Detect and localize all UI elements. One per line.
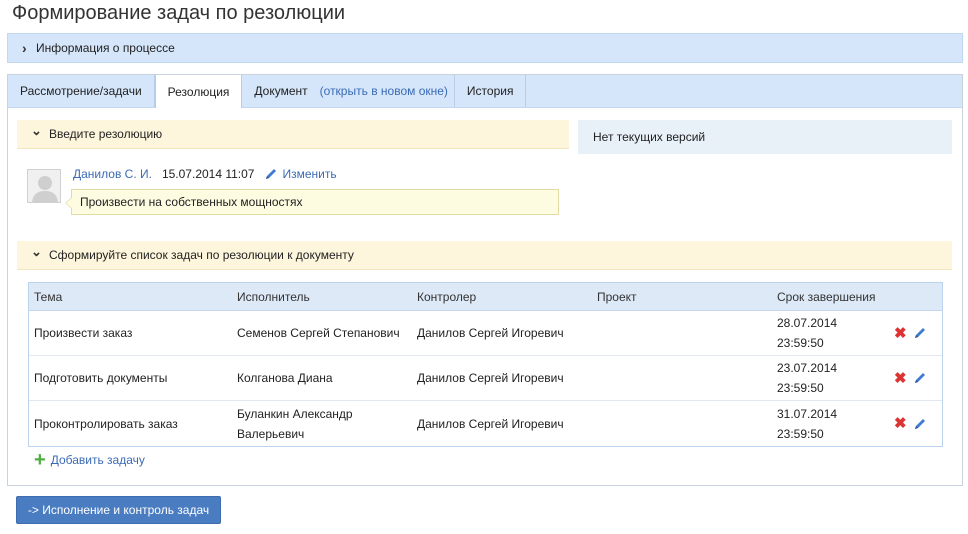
pencil-icon[interactable]	[913, 371, 927, 385]
tab-history-label: История	[466, 84, 514, 98]
task-controller: Данилов Сергей Игоревич	[417, 371, 564, 385]
row-actions: ✖	[892, 416, 942, 431]
pencil-icon[interactable]	[913, 417, 927, 431]
resolution-section-header[interactable]: Введите резолюцию	[17, 120, 569, 149]
author-link[interactable]: Данилов С. И.	[73, 167, 152, 181]
row-actions: ✖	[892, 371, 942, 386]
table-row: Произвести заказ Семенов Сергей Степанов…	[29, 311, 942, 356]
tab-review-tasks[interactable]: Рассмотрение/задачи	[8, 75, 155, 107]
chevron-down-icon	[31, 126, 45, 142]
task-deadline: 23.07.2014 23:59:50	[772, 358, 892, 398]
column-header-topic: Тема	[34, 289, 63, 304]
task-deadline: 28.07.2014 23:59:50	[772, 313, 892, 353]
pencil-icon	[266, 169, 277, 179]
task-executor: Семенов Сергей Степанович	[237, 326, 400, 340]
task-topic: Произвести заказ	[34, 326, 133, 340]
versions-panel: Нет текущих версий	[578, 120, 952, 154]
tab-resolution[interactable]: Резолюция	[154, 75, 243, 108]
execution-control-button[interactable]: -> Исполнение и контроль задач	[16, 496, 221, 524]
tab-document-label: Документ	[254, 84, 308, 98]
chevron-right-icon	[22, 40, 36, 56]
delete-icon[interactable]: ✖	[894, 371, 907, 386]
tasks-section-title: Сформируйте список задач по резолюции к …	[49, 248, 354, 262]
versions-label: Нет текущих версий	[593, 130, 706, 144]
column-header-executor: Исполнитель	[237, 289, 310, 304]
process-info-toggle[interactable]: Информация о процессе	[7, 33, 963, 63]
tab-resolution-label: Резолюция	[167, 84, 230, 99]
task-deadline-time: 23:59:50	[777, 336, 824, 350]
task-controller: Данилов Сергей Игоревич	[417, 326, 564, 340]
tab-history[interactable]: История	[455, 75, 527, 107]
edit-resolution-button[interactable]: Изменить	[264, 167, 337, 181]
execution-control-label: -> Исполнение и контроль задач	[27, 503, 210, 517]
process-info-label: Информация о процессе	[36, 41, 175, 55]
resolution-section-title: Введите резолюцию	[49, 127, 163, 141]
plus-icon: +	[34, 449, 46, 471]
table-row: Проконтролировать заказ Буланкин Алексан…	[29, 401, 942, 446]
row-actions: ✖	[892, 326, 942, 341]
resolution-datetime: 15.07.2014 11:07	[161, 167, 255, 181]
task-deadline-date: 23.07.2014	[777, 361, 838, 375]
user-silhouette-icon	[28, 170, 60, 202]
column-header-project: Проект	[597, 289, 637, 304]
table-header: Тема Исполнитель Контролер Проект Срок з…	[29, 283, 942, 311]
tab-review-tasks-label: Рассмотрение/задачи	[20, 84, 142, 98]
task-topic: Проконтролировать заказ	[34, 416, 178, 431]
task-topic: Подготовить документы	[34, 371, 168, 385]
column-header-controller: Контролер	[417, 289, 477, 304]
tasks-table: Тема Исполнитель Контролер Проект Срок з…	[28, 282, 943, 447]
task-controller: Данилов Сергей Игоревич	[417, 416, 564, 431]
add-task-button[interactable]: + Добавить задачу	[34, 449, 145, 471]
task-executor: Буланкин Александр Валерьевич	[237, 406, 353, 441]
open-in-new-window-link[interactable]: (открыть в новом окне)	[320, 84, 448, 98]
task-deadline: 31.07.2014 23:59:50	[772, 404, 892, 444]
add-task-label: Добавить задачу	[50, 453, 145, 467]
delete-icon[interactable]: ✖	[894, 416, 907, 431]
resolution-text: Произвести на собственных мощностях	[65, 189, 559, 215]
task-executor: Колганова Диана	[237, 371, 333, 385]
task-deadline-time: 23:59:50	[777, 426, 824, 441]
tab-bar: Рассмотрение/задачи Резолюция Документ (…	[8, 75, 962, 108]
main-panel: Рассмотрение/задачи Резолюция Документ (…	[7, 74, 963, 486]
delete-icon[interactable]: ✖	[894, 326, 907, 341]
avatar	[27, 169, 61, 203]
table-row: Подготовить документы Колганова Диана Да…	[29, 356, 942, 401]
resolution-text-value: Произвести на собственных мощностях	[80, 195, 303, 209]
column-header-deadline: Срок завершения	[777, 289, 876, 304]
tab-document[interactable]: Документ (открыть в новом окне)	[242, 75, 455, 107]
pencil-icon[interactable]	[913, 326, 927, 340]
chevron-down-icon	[31, 247, 45, 263]
page-title: Формирование задач по резолюции	[12, 2, 346, 24]
resolution-author-line: Данилов С. И. 15.07.2014 11:07 Изменить	[73, 167, 337, 181]
edit-resolution-label: Изменить	[282, 167, 337, 181]
task-deadline-time: 23:59:50	[777, 381, 824, 395]
task-deadline-date: 31.07.2014	[777, 406, 838, 421]
tasks-section-header[interactable]: Сформируйте список задач по резолюции к …	[17, 241, 952, 270]
task-deadline-date: 28.07.2014	[777, 316, 838, 330]
